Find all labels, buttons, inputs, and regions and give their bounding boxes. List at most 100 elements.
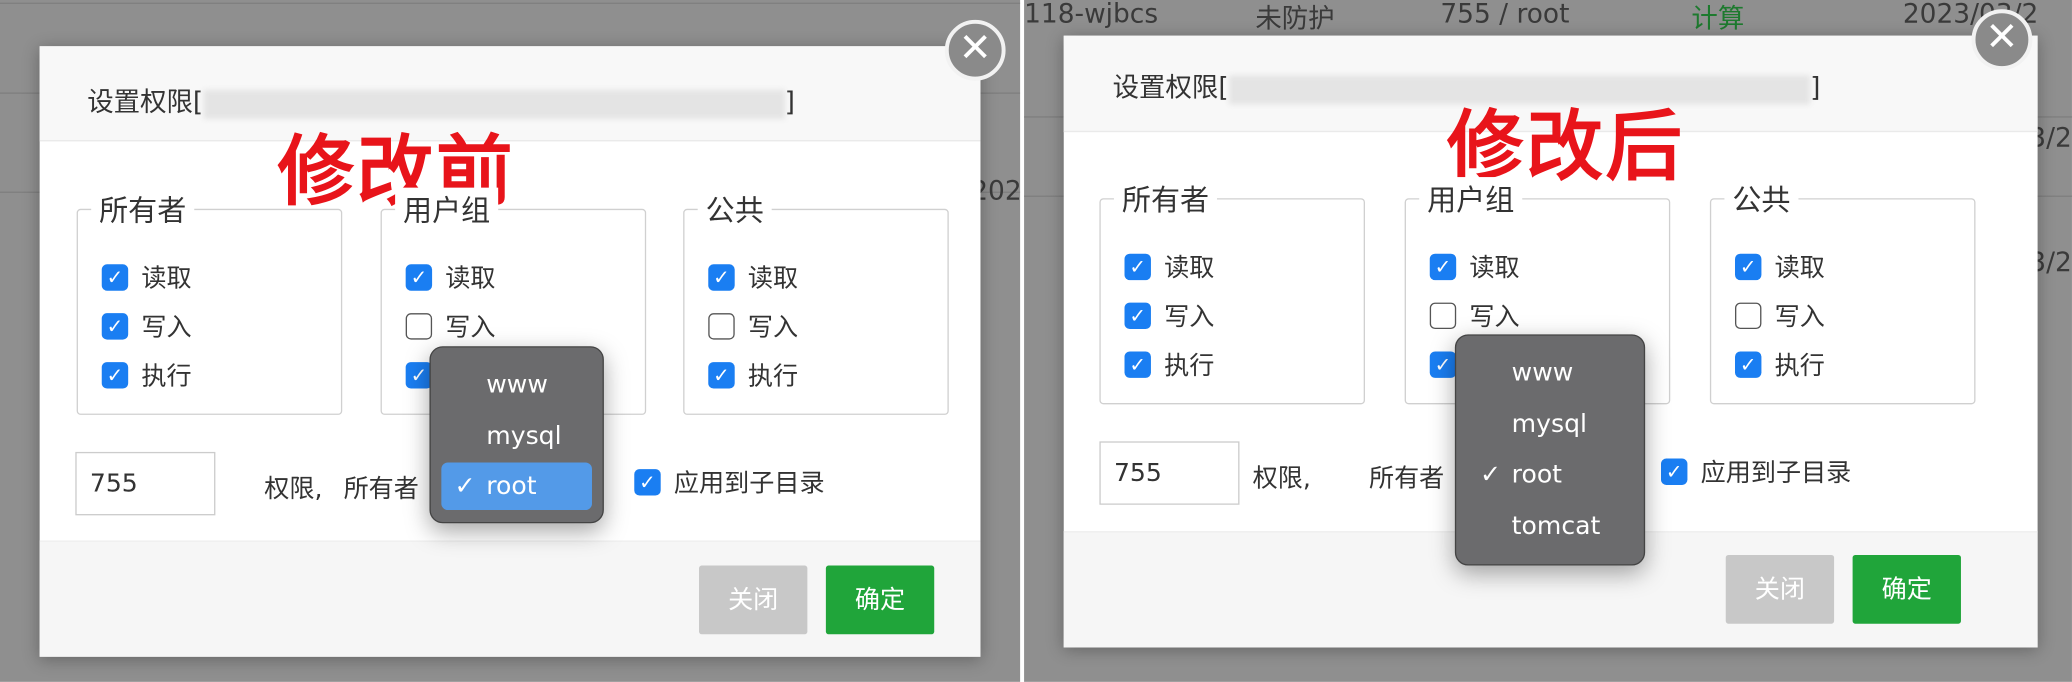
bg-name: 118-wjbcs xyxy=(1024,0,1159,30)
permission-checkbox[interactable]: ✓ 执行 xyxy=(1124,346,1215,382)
fieldset-legend: 用户组 xyxy=(1419,177,1523,220)
dialog-footer: 关闭 确定 xyxy=(39,540,981,657)
checkbox-label: 执行 xyxy=(141,362,192,392)
table-divider xyxy=(0,2,1021,4)
panel-before: 2023/2 设置权限[] ✕ 修改前 所有者✓读取✓写入✓执行用户组✓读取写入… xyxy=(0,0,1021,682)
apply-subdir-label: 应用到子目录 xyxy=(673,469,825,499)
checkbox-checked-icon: ✓ xyxy=(101,361,129,388)
permission-checkbox[interactable]: ✓ 读取 xyxy=(708,259,798,295)
checkbox-checked-icon: ✓ xyxy=(1734,350,1762,378)
permission-checkbox[interactable]: 写入 xyxy=(405,308,496,344)
close-icon[interactable]: ✕ xyxy=(944,19,1006,81)
checkbox-label: 执行 xyxy=(1164,351,1215,381)
dropdown-option-root[interactable]: ✓ root xyxy=(1467,451,1633,499)
dropdown-option-www[interactable]: www xyxy=(441,361,592,409)
permission-label: 权限, xyxy=(264,474,323,504)
owner-label: 所有者 xyxy=(343,474,419,504)
bg-perm: 755 / root xyxy=(1440,0,1570,30)
checkbox-label: 写入 xyxy=(747,313,799,343)
dropdown-option-mysql[interactable]: mysql xyxy=(1467,400,1633,448)
checkbox-unchecked-icon xyxy=(405,312,433,339)
apply-subdir-checkbox[interactable]: ✓ 应用到子目录 xyxy=(1660,453,1852,489)
permission-checkbox[interactable]: ✓ 执行 xyxy=(101,357,192,393)
fieldset-owner: 所有者 ✓ 读取 ✓ 写入 ✓ 执行 xyxy=(76,187,343,415)
apply-subdir-checkbox[interactable]: ✓ 应用到子目录 xyxy=(634,464,825,500)
permission-checkbox[interactable]: ✓ 执行 xyxy=(708,357,798,393)
permission-checkbox[interactable]: ✓ 读取 xyxy=(101,259,192,295)
panel-after: 118-wjbcs 未防护 755 / root 计算 2023/03/2 03… xyxy=(1024,0,2072,682)
dropdown-option-mysql[interactable]: mysql xyxy=(441,412,592,460)
permission-checkbox[interactable]: ✓ 执行 xyxy=(1734,346,1825,382)
checkbox-label: 读取 xyxy=(1164,253,1215,283)
checkbox-label: 写入 xyxy=(141,313,192,343)
check-icon: ✓ xyxy=(454,471,476,501)
checkbox-checked-icon: ✓ xyxy=(405,361,433,388)
checkbox-label: 写入 xyxy=(1164,302,1215,332)
checkbox-checked-icon: ✓ xyxy=(1124,253,1151,280)
checkbox-checked-icon: ✓ xyxy=(1124,301,1151,329)
checkbox-checked-icon: ✓ xyxy=(1734,253,1762,280)
permission-checkbox[interactable]: 写入 xyxy=(708,308,798,344)
checkbox-label: 写入 xyxy=(1469,302,1520,332)
checkbox-checked-icon: ✓ xyxy=(708,361,735,388)
checkbox-label: 读取 xyxy=(1774,253,1825,283)
check-icon: ✓ xyxy=(1479,459,1502,489)
checkbox-label: 写入 xyxy=(445,313,496,343)
option-label: root xyxy=(486,471,537,501)
permission-input[interactable]: 755 xyxy=(75,451,216,516)
checkbox-checked-icon: ✓ xyxy=(1429,350,1457,378)
permission-dialog: 设置权限[] ✕ 修改后 所有者✓读取✓写入✓执行用户组✓读取写入✓执行公共✓读… xyxy=(1063,9,2038,648)
permission-checkbox[interactable]: 写入 xyxy=(1734,297,1825,333)
checkbox-label: 读取 xyxy=(445,264,496,294)
option-label: mysql xyxy=(1511,408,1588,439)
bg-type: 计算 xyxy=(1691,2,1745,35)
dropdown-option-root[interactable]: ✓ root xyxy=(441,462,592,511)
permission-checkbox[interactable]: ✓ 读取 xyxy=(1734,248,1825,284)
checkbox-checked-icon: ✓ xyxy=(634,468,661,495)
checkbox-checked-icon: ✓ xyxy=(1429,253,1457,280)
permission-checkbox[interactable]: ✓ 读取 xyxy=(1429,248,1520,284)
permission-checkbox[interactable]: ✓ 写入 xyxy=(101,308,192,344)
fieldset-legend: 公共 xyxy=(697,187,772,230)
permission-dialog: 设置权限[] ✕ 修改前 所有者✓读取✓写入✓执行用户组✓读取写入✓执行公共✓读… xyxy=(39,19,1006,657)
checkbox-checked-icon: ✓ xyxy=(405,263,433,291)
permission-checkbox[interactable]: ✓ 写入 xyxy=(1124,297,1215,333)
close-button[interactable]: 关闭 xyxy=(699,565,808,635)
permission-checkbox[interactable]: ✓ 读取 xyxy=(405,259,496,295)
dropdown-option-tomcat[interactable]: tomcat xyxy=(1467,501,1633,549)
apply-subdir-label: 应用到子目录 xyxy=(1700,458,1852,488)
checkbox-label: 读取 xyxy=(141,264,192,294)
option-label: root xyxy=(1511,459,1563,489)
option-label: www xyxy=(486,369,548,400)
checkbox-unchecked-icon xyxy=(708,312,735,339)
checkbox-unchecked-icon xyxy=(1429,301,1457,329)
dropdown-option-www[interactable]: www xyxy=(1467,349,1633,397)
bg-status: 未防护 xyxy=(1255,2,1335,35)
permission-input[interactable]: 755 xyxy=(1099,441,1240,505)
checkbox-unchecked-icon xyxy=(1734,301,1762,329)
checkbox-label: 写入 xyxy=(1774,302,1825,332)
close-icon[interactable]: ✕ xyxy=(1971,9,2033,71)
permission-checkbox[interactable]: 写入 xyxy=(1429,297,1520,333)
permission-label: 权限, xyxy=(1252,463,1311,493)
confirm-button[interactable]: 确定 xyxy=(825,565,935,635)
checkbox-checked-icon: ✓ xyxy=(1124,350,1151,378)
option-label: tomcat xyxy=(1511,510,1601,540)
checkbox-checked-icon: ✓ xyxy=(1660,457,1688,485)
checkbox-checked-icon: ✓ xyxy=(101,312,129,339)
close-button[interactable]: 关闭 xyxy=(1725,554,1835,624)
fieldset-public: 公共 ✓ 读取写入 ✓ 执行 xyxy=(683,187,949,415)
owner-dropdown[interactable]: www mysql ✓ root tomcat xyxy=(1454,334,1646,566)
owner-label: 所有者 xyxy=(1368,463,1445,493)
checkbox-label: 执行 xyxy=(747,362,799,392)
option-label: www xyxy=(1511,358,1574,388)
checkbox-checked-icon: ✓ xyxy=(708,263,735,291)
owner-dropdown[interactable]: www mysql ✓ root xyxy=(429,346,604,524)
confirm-button[interactable]: 确定 xyxy=(1852,554,1961,624)
fieldset-legend: 所有者 xyxy=(91,187,195,230)
permission-checkbox[interactable]: ✓ 读取 xyxy=(1124,248,1215,284)
fieldset-legend: 公共 xyxy=(1724,177,1799,220)
checkbox-checked-icon: ✓ xyxy=(101,263,129,291)
checkbox-label: 执行 xyxy=(1774,351,1825,381)
fieldset-legend: 用户组 xyxy=(395,187,499,230)
